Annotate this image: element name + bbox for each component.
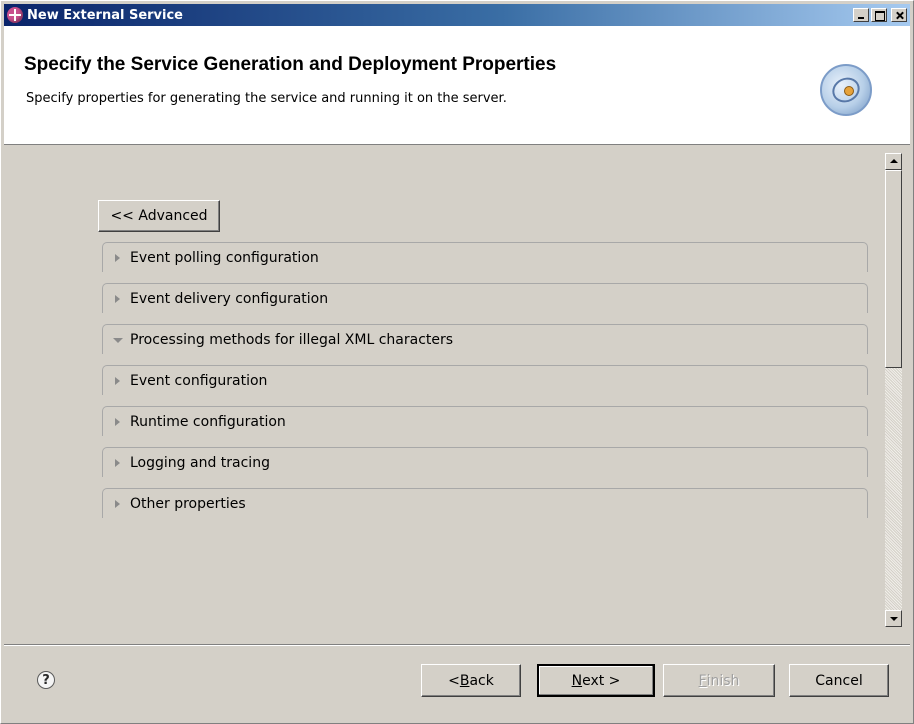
section-header[interactable]: Logging and tracing — [103, 448, 867, 478]
section-label: Runtime configuration — [130, 414, 286, 430]
window-controls — [853, 8, 907, 22]
title-bar[interactable]: New External Service — [4, 4, 910, 26]
section-event-configuration[interactable]: Event configuration — [102, 365, 868, 395]
section-label: Other properties — [130, 496, 246, 512]
section-runtime-configuration[interactable]: Runtime configuration — [102, 406, 868, 436]
section-list: Event polling configuration Event delive… — [102, 242, 868, 529]
section-label: Event delivery configuration — [130, 291, 329, 307]
section-label: Processing methods for illegal XML chara… — [130, 332, 454, 348]
window-title: New External Service — [27, 7, 183, 23]
page-description: Specify properties for generating the se… — [26, 91, 507, 106]
section-label: Event polling configuration — [130, 250, 319, 266]
page-title: Specify the Service Generation and Deplo… — [24, 54, 557, 75]
back-rest: ack — [469, 672, 494, 689]
back-mnemonic: B — [459, 672, 470, 689]
cancel-button[interactable]: Cancel — [789, 664, 889, 697]
collapse-arrow-icon[interactable] — [113, 337, 123, 343]
next-rest: ext > — [582, 672, 621, 689]
section-logging-tracing[interactable]: Logging and tracing — [102, 447, 868, 477]
section-header[interactable]: Runtime configuration — [103, 407, 867, 437]
properties-panel: << Advanced Event polling configuration … — [4, 145, 910, 637]
section-header[interactable]: Other properties — [103, 489, 867, 519]
section-header[interactable]: Event polling configuration — [103, 243, 867, 273]
wizard-header: Specify the Service Generation and Deplo… — [4, 26, 910, 145]
wizard-banner-icon — [820, 64, 872, 116]
section-label: Event configuration — [130, 373, 268, 389]
expand-arrow-icon[interactable] — [115, 459, 120, 467]
expand-arrow-icon[interactable] — [115, 500, 120, 508]
back-button[interactable]: < Back — [421, 664, 521, 697]
wizard-window: New External Service Specify the Service… — [0, 0, 914, 724]
expand-arrow-icon[interactable] — [115, 254, 120, 262]
section-illegal-xml[interactable]: Processing methods for illegal XML chara… — [102, 324, 868, 354]
section-header[interactable]: Processing methods for illegal XML chara… — [103, 325, 867, 355]
close-button[interactable] — [891, 8, 907, 22]
expand-arrow-icon[interactable] — [115, 418, 120, 426]
minimize-button[interactable] — [853, 8, 869, 22]
section-event-polling[interactable]: Event polling configuration — [102, 242, 868, 272]
section-label: Logging and tracing — [130, 455, 270, 471]
back-prefix: < — [448, 672, 460, 689]
expand-arrow-icon[interactable] — [115, 377, 120, 385]
help-icon[interactable]: ? — [37, 671, 55, 689]
scroll-up-button[interactable] — [885, 153, 902, 170]
section-other-properties[interactable]: Other properties — [102, 488, 868, 518]
maximize-button[interactable] — [871, 8, 887, 22]
finish-mnemonic: F — [698, 672, 707, 689]
advanced-button[interactable]: << Advanced — [98, 200, 220, 232]
finish-rest: inish — [706, 672, 740, 689]
section-event-delivery[interactable]: Event delivery configuration — [102, 283, 868, 313]
vertical-scrollbar[interactable] — [885, 153, 902, 627]
expand-arrow-icon[interactable] — [115, 295, 120, 303]
app-icon — [7, 7, 23, 23]
section-header[interactable]: Event delivery configuration — [103, 284, 867, 314]
scroll-thumb[interactable] — [885, 170, 902, 368]
footer-separator — [4, 644, 910, 646]
section-header[interactable]: Event configuration — [103, 366, 867, 396]
next-button[interactable]: Next > — [537, 664, 655, 697]
next-mnemonic: N — [571, 672, 583, 689]
finish-button[interactable]: Finish — [663, 664, 775, 697]
scroll-down-button[interactable] — [885, 610, 902, 627]
